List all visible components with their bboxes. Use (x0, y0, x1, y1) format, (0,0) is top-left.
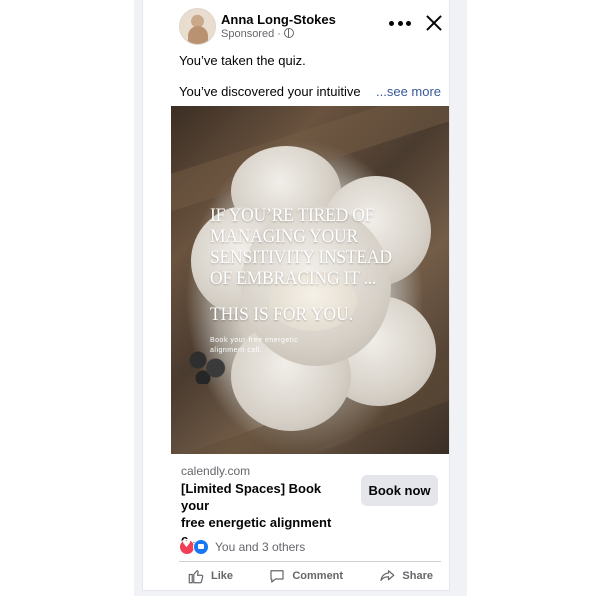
headline-line: MANAGING YOUR (210, 226, 358, 247)
avatar[interactable] (179, 8, 216, 45)
more-icon-dot (389, 20, 394, 26)
ad-headline: IF YOU’RE TIRED OF MANAGING YOUR SENSITI… (210, 205, 403, 289)
share-button[interactable]: Share (370, 567, 441, 585)
ad-subheadline: THIS IS FOR YOU. (210, 304, 354, 325)
link-title-line: [Limited Spaces] Book your (181, 481, 322, 513)
headline-line: SENSITIVITY INSTEAD (210, 247, 392, 268)
like-button[interactable]: Like (179, 567, 241, 585)
author-name[interactable]: Anna Long-Stokes (221, 12, 336, 27)
headline-line: OF EMBRACING IT ... (210, 268, 377, 289)
like-icon (188, 570, 204, 584)
tagline-line: alignment call. (210, 347, 263, 354)
headline-line: IF YOU’RE TIRED OF (210, 205, 375, 226)
more-options-button[interactable] (389, 14, 411, 32)
tagline-line: Book your free energetic (210, 337, 299, 344)
sponsored-text: Sponsored · (221, 28, 281, 40)
comment-icon (270, 570, 284, 583)
sponsored-post-card: Anna Long-Stokes Sponsored · You’ve take… (143, 0, 449, 590)
close-icon[interactable] (425, 14, 443, 32)
comment-button[interactable]: Comment (260, 567, 351, 585)
book-now-button[interactable]: Book now (361, 475, 438, 506)
more-icon-dot (406, 20, 411, 26)
globe-icon (283, 28, 294, 38)
comment-label: Comment (292, 570, 344, 582)
post-text-line: You’ve taken the quiz. (179, 53, 306, 68)
post-text-line: You’ve discovered your intuitive (179, 84, 361, 99)
reactions-summary[interactable]: You and 3 others (179, 538, 305, 556)
link-domain: calendly.com (181, 464, 251, 478)
ad-tagline: Book your free energetic alignment call. (210, 336, 320, 356)
more-icon-dot (397, 20, 403, 26)
ad-image[interactable]: IF YOU’RE TIRED OF MANAGING YOUR SENSITI… (171, 106, 449, 454)
action-bar: Like Comment Share (179, 565, 441, 587)
sponsored-label: Sponsored · (221, 28, 294, 40)
share-label: Share (402, 570, 433, 582)
link-preview[interactable]: calendly.com [Limited Spaces] Book your … (171, 454, 449, 547)
reactions-text: You and 3 others (215, 540, 306, 554)
divider (179, 561, 441, 562)
share-icon (380, 570, 395, 582)
like-reaction-icon (193, 539, 209, 555)
like-label: Like (211, 570, 234, 582)
see-more-link[interactable]: ...see more (376, 84, 441, 99)
